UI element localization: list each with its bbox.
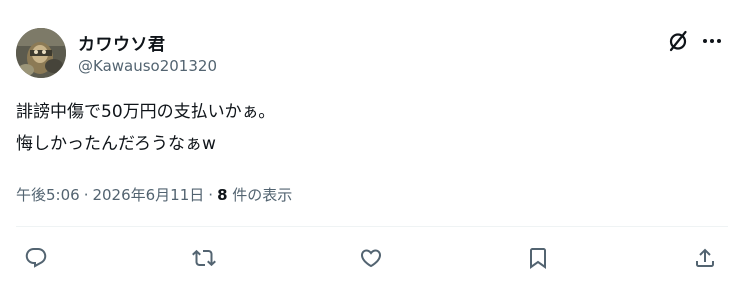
tweet-meta: 午後5:06 · 2026年6月11日 · 8 件の表示	[16, 184, 292, 205]
tweet-text: 誹謗中傷で50万円の支払いかぁ。 悔しかったんだろうなぁw	[16, 96, 716, 160]
like-icon	[360, 249, 382, 268]
tweet-text-line: 誹謗中傷で50万円の支払いかぁ。	[16, 102, 276, 122]
more-icon[interactable]	[700, 29, 724, 53]
share-icon	[696, 248, 714, 267]
tweet-time[interactable]: 午後5:06	[16, 186, 80, 204]
meta-separator: ·	[83, 186, 89, 204]
retweet-button[interactable]	[190, 244, 218, 272]
views-count[interactable]: 8	[217, 186, 227, 204]
avatar[interactable]	[16, 28, 66, 78]
meta-separator: ·	[208, 186, 214, 204]
display-name[interactable]: カワウソ君	[78, 30, 166, 55]
tweet-text-line: 悔しかったんだろうなぁw	[16, 134, 216, 154]
bookmark-icon	[530, 248, 546, 269]
divider	[16, 226, 728, 227]
grok-icon[interactable]	[666, 29, 690, 53]
like-button[interactable]	[357, 244, 385, 272]
reply-button[interactable]	[22, 244, 50, 272]
tweet-card: カワウソ君 @Kawauso201320 誹謗中傷で50万円の支払いかぁ。 悔し…	[0, 0, 744, 294]
bookmark-button[interactable]	[524, 244, 552, 272]
views-label[interactable]: 件の表示	[232, 186, 292, 204]
user-handle[interactable]: @Kawauso201320	[78, 57, 217, 75]
avatar-image	[16, 28, 66, 78]
tweet-date[interactable]: 2026年6月11日	[92, 186, 204, 204]
share-button[interactable]	[691, 244, 719, 272]
retweet-icon	[192, 249, 216, 267]
reply-icon	[25, 248, 47, 268]
